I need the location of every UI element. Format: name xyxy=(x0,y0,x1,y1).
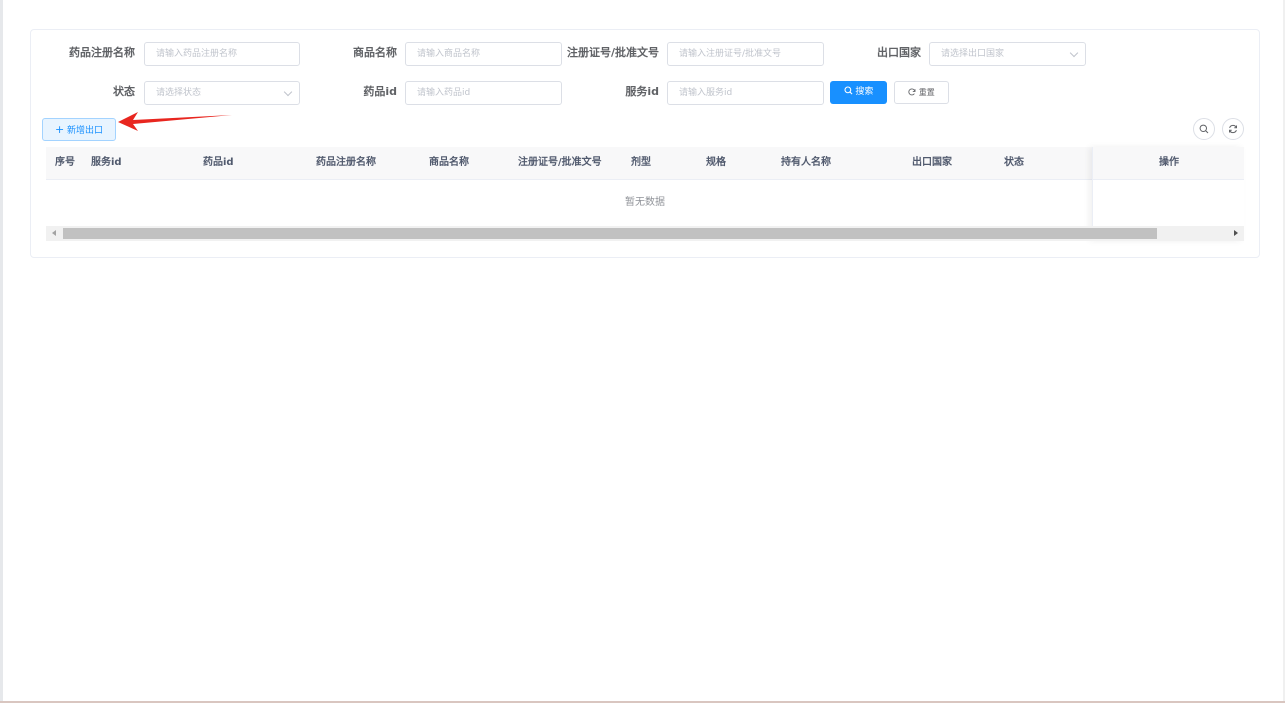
column-header-product-name: 商品名称 xyxy=(429,157,469,168)
column-header-index: 序号 xyxy=(55,157,75,168)
table-header: 序号 服务id 药品id 药品注册名称 商品名称 注册证号/批准文号 剂型 规格… xyxy=(46,147,1244,180)
add-export-label: 新增出口 xyxy=(67,126,104,136)
search-icon xyxy=(843,86,853,95)
status-select[interactable]: 请选择状态 xyxy=(144,81,300,105)
column-header-service-id: 服务id xyxy=(91,157,122,168)
scroll-right-arrow-icon[interactable] xyxy=(1234,230,1238,236)
column-header-export-country: 出口国家 xyxy=(912,157,952,168)
chevron-down-icon xyxy=(1069,48,1079,58)
status-placeholder: 请选择状态 xyxy=(156,88,202,98)
page-left-border xyxy=(0,0,3,703)
column-header-reg-cert-no: 注册证号/批准文号 xyxy=(518,157,602,168)
toggle-search-button[interactable] xyxy=(1193,118,1215,140)
refresh-icon xyxy=(1229,124,1237,134)
reg-cert-no-label: 注册证号/批准文号 xyxy=(566,46,659,59)
refresh-button[interactable] xyxy=(1222,118,1244,140)
column-header-spec: 规格 xyxy=(706,157,726,168)
column-header-actions: 操作 xyxy=(1159,157,1179,168)
scrollbar-thumb[interactable] xyxy=(63,228,1157,239)
export-country-label: 出口国家 xyxy=(877,46,921,59)
drug-id-label: 药品id xyxy=(363,85,397,98)
export-country-select[interactable]: 请选择出口国家 xyxy=(929,42,1086,66)
reset-button[interactable]: 重置 xyxy=(894,81,949,104)
empty-state-text: 暂无数据 xyxy=(625,197,665,208)
search-icon xyxy=(1199,124,1209,134)
service-id-label: 服务id xyxy=(625,85,659,98)
export-country-placeholder: 请选择出口国家 xyxy=(941,49,1005,59)
drug-reg-name-input[interactable] xyxy=(144,42,300,66)
add-export-button[interactable]: + 新增出口 xyxy=(42,118,116,141)
drug-reg-name-label: 药品注册名称 xyxy=(69,46,135,59)
red-arrow-annotation xyxy=(118,112,232,131)
service-id-input[interactable] xyxy=(667,81,824,105)
product-name-label: 商品名称 xyxy=(353,46,397,59)
drug-id-input[interactable] xyxy=(405,81,562,105)
fixed-action-header: 操作 xyxy=(1093,147,1244,180)
column-header-status: 状态 xyxy=(1004,157,1024,168)
plus-icon: + xyxy=(54,123,65,136)
reg-cert-no-input[interactable] xyxy=(667,42,824,66)
product-name-input[interactable] xyxy=(405,42,562,66)
status-label: 状态 xyxy=(113,85,135,98)
refresh-icon xyxy=(908,88,916,96)
column-header-dosage-form: 剂型 xyxy=(631,157,651,168)
chevron-down-icon xyxy=(283,87,293,97)
column-header-holder-name: 持有人名称 xyxy=(781,157,831,168)
scroll-left-arrow-icon[interactable] xyxy=(52,230,56,236)
reset-button-label: 重置 xyxy=(918,88,935,97)
search-button[interactable]: 搜索 xyxy=(830,81,887,104)
search-button-label: 搜索 xyxy=(855,87,874,97)
column-header-drug-id: 药品id xyxy=(203,157,234,168)
column-header-drug-reg-name: 药品注册名称 xyxy=(316,157,376,168)
